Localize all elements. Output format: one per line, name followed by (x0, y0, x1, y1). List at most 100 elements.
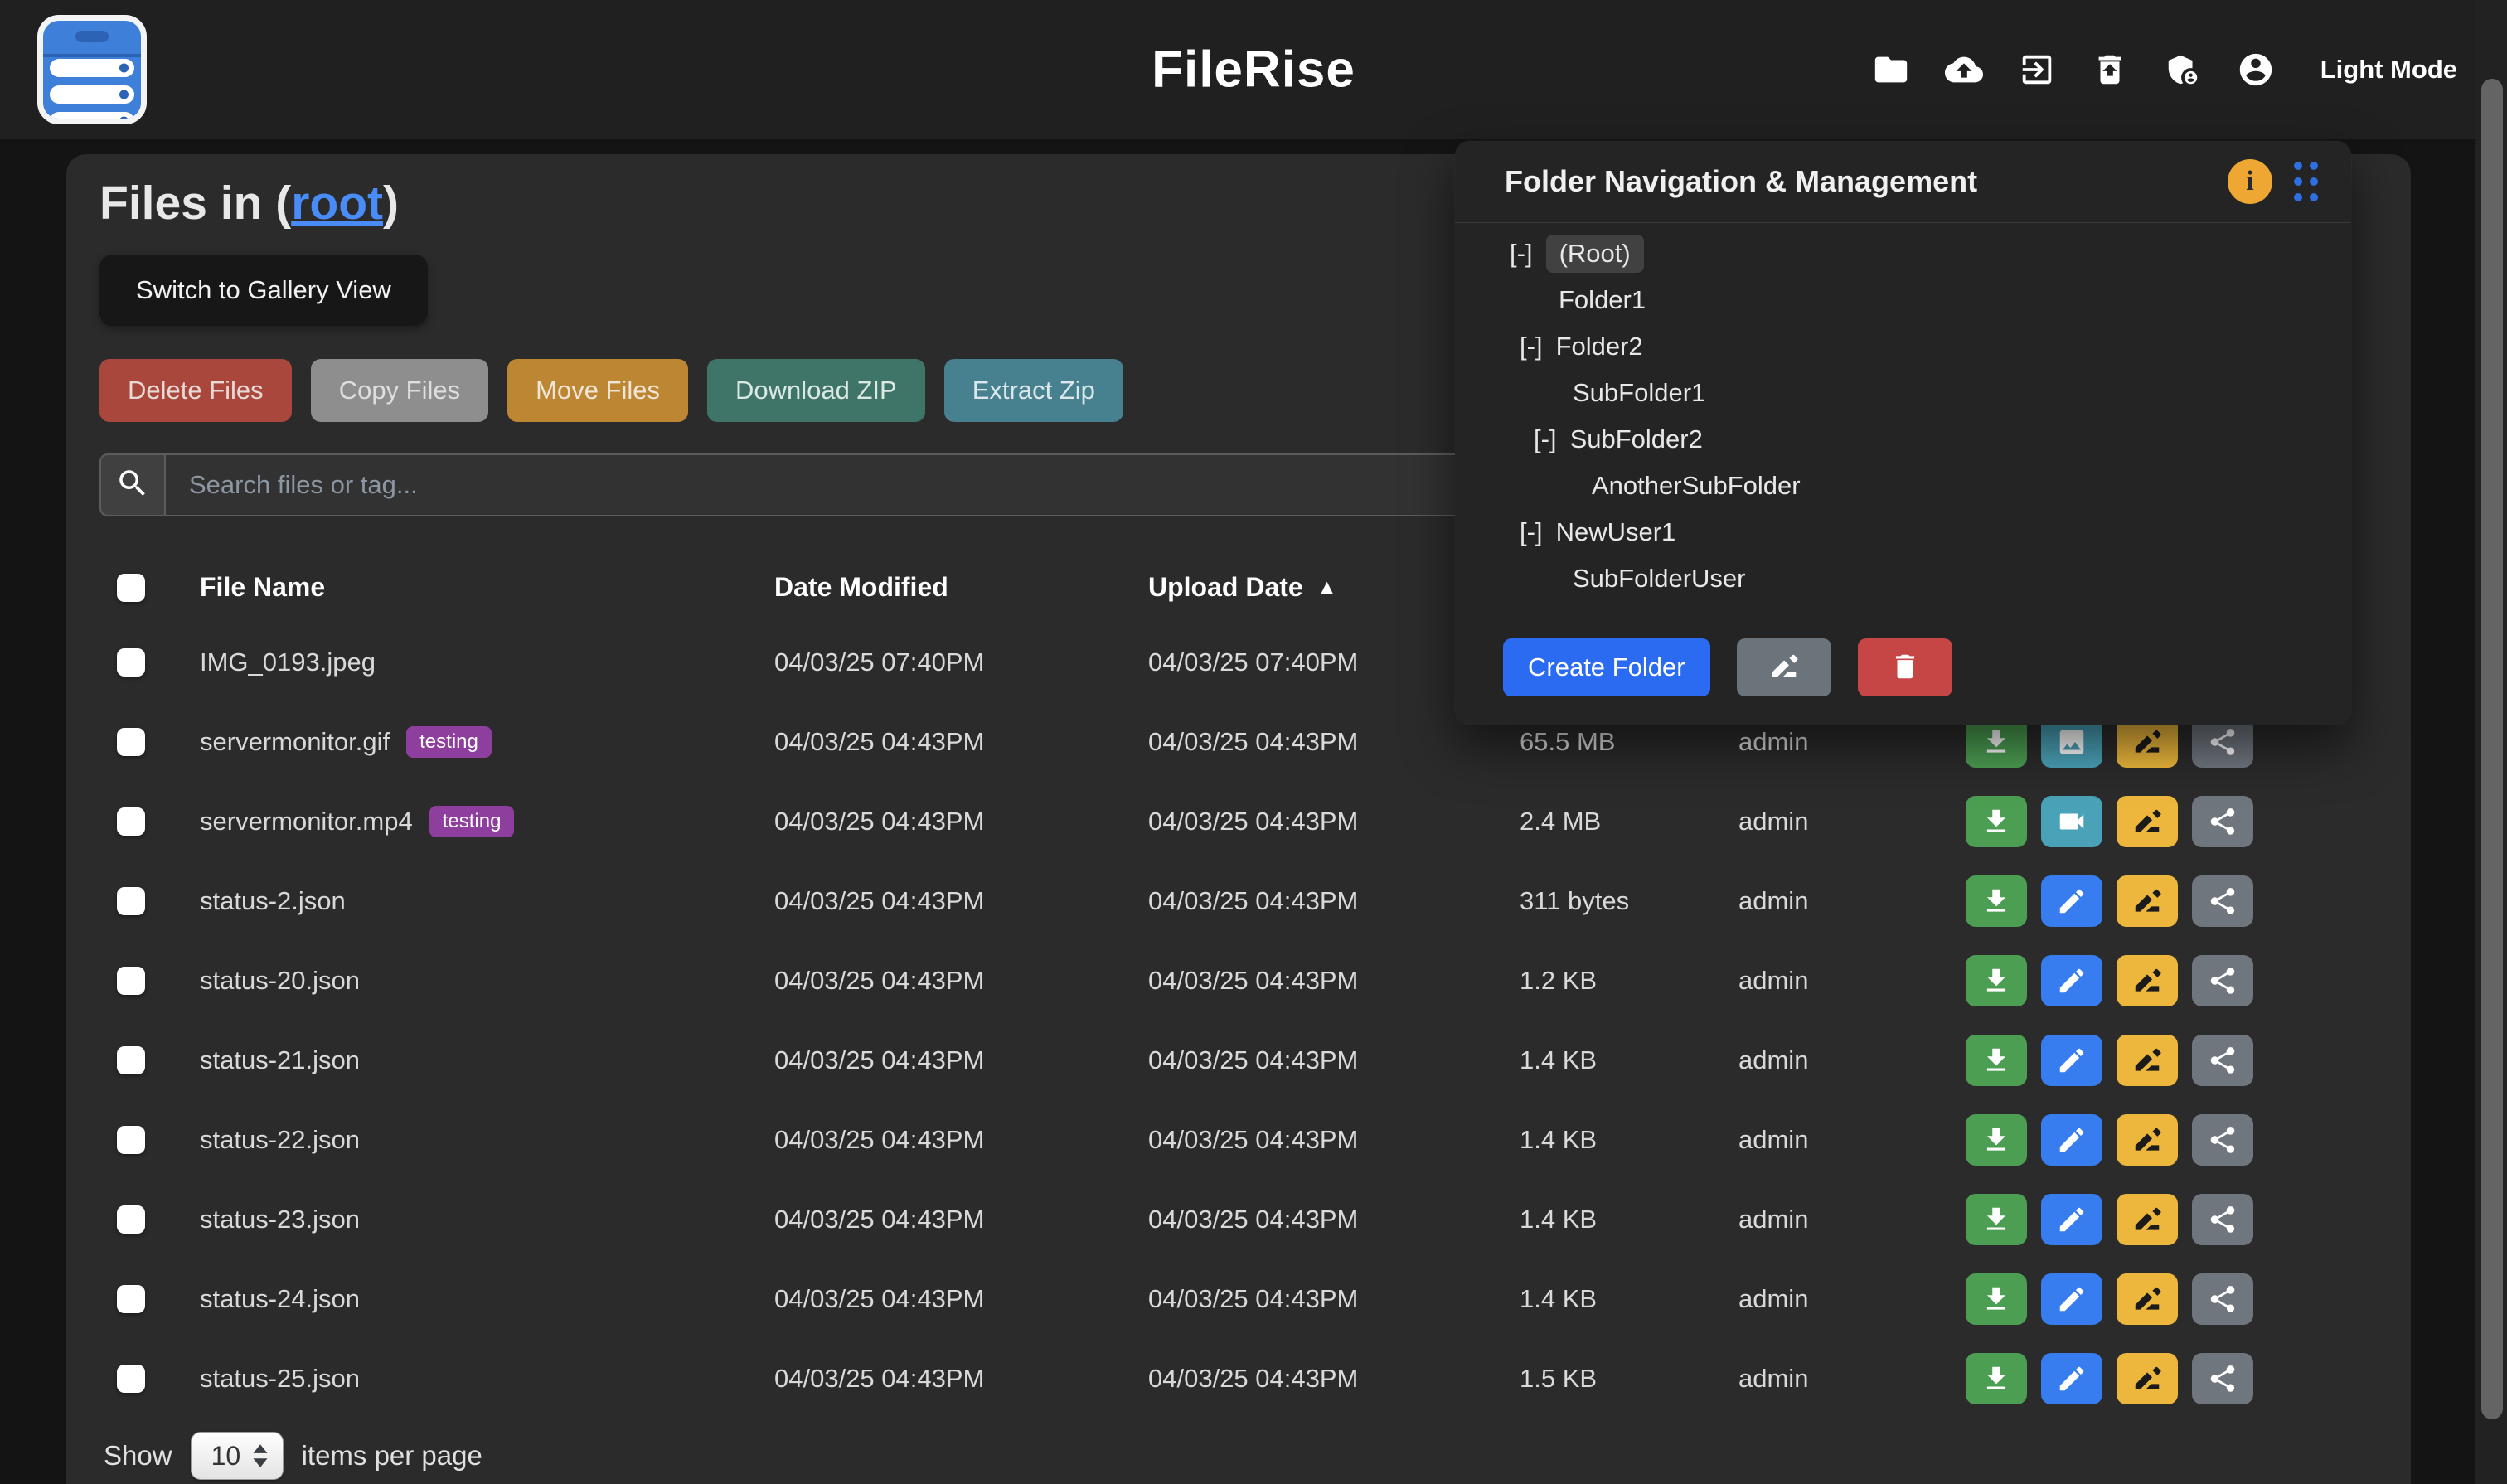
switch-gallery-view-button[interactable]: Switch to Gallery View (99, 255, 428, 326)
file-name[interactable]: status-20.json (200, 966, 360, 996)
rename-tag-button[interactable] (2117, 1353, 2178, 1404)
folder-icon[interactable] (1871, 50, 1911, 90)
light-mode-toggle[interactable]: Light Mode (2320, 55, 2457, 85)
collapse-expander[interactable]: [-] (1520, 332, 1543, 361)
download-button[interactable] (1966, 875, 2027, 927)
rename-tag-button[interactable] (2117, 1194, 2178, 1245)
share-button[interactable] (2192, 796, 2253, 847)
page-size-select[interactable]: 10 (191, 1432, 284, 1480)
file-name[interactable]: servermonitor.mp4 (200, 807, 413, 837)
filerise-logo[interactable] (37, 15, 147, 124)
share-button[interactable] (2192, 875, 2253, 927)
row-checkbox[interactable] (117, 1285, 145, 1313)
folder-tree-item-anothersubfolder[interactable]: AnotherSubFolder (1455, 463, 2351, 509)
file-name[interactable]: status-21.json (200, 1045, 360, 1075)
root-folder-link[interactable]: root (291, 177, 383, 230)
select-all-checkbox[interactable] (117, 574, 145, 602)
file-name[interactable]: status-2.json (200, 886, 346, 916)
folder-label[interactable]: SubFolder1 (1573, 378, 1705, 408)
download-button[interactable] (1966, 1273, 2027, 1325)
download-button[interactable] (1966, 1353, 2027, 1404)
account-icon[interactable] (2236, 50, 2276, 90)
folder-label[interactable]: Folder2 (1556, 332, 1643, 361)
folder-tree-item-subfolder1[interactable]: SubFolder1 (1455, 370, 2351, 416)
row-checkbox[interactable] (117, 807, 145, 836)
rename-tag-button[interactable] (2117, 1035, 2178, 1086)
rename-folder-button[interactable] (1737, 638, 1831, 696)
folder-tree-item-root[interactable]: [-] (Root) (1455, 230, 2351, 277)
folder-label[interactable]: Folder1 (1559, 285, 1646, 315)
edit-file-button[interactable] (2041, 1114, 2102, 1166)
file-name[interactable]: IMG_0193.jpeg (200, 647, 376, 677)
delete-files-button[interactable]: Delete Files (99, 359, 292, 422)
edit-file-button[interactable] (2041, 875, 2102, 927)
cloud-upload-icon[interactable] (1944, 50, 1984, 90)
download-button[interactable] (1966, 955, 2027, 1006)
row-checkbox[interactable] (117, 1046, 145, 1074)
scrollbar-thumb[interactable] (2481, 79, 2503, 1419)
file-name[interactable]: servermonitor.gif (200, 727, 390, 757)
row-checkbox[interactable] (117, 1365, 145, 1393)
folder-label[interactable]: SubFolder2 (1570, 424, 1703, 454)
download-button[interactable] (1966, 1194, 2027, 1245)
restore-trash-icon[interactable] (2090, 50, 2130, 90)
admin-shield-icon[interactable] (2163, 50, 2203, 90)
extract-zip-button[interactable]: Extract Zip (944, 359, 1123, 422)
folder-label[interactable]: AnotherSubFolder (1592, 471, 1801, 501)
row-checkbox[interactable] (117, 1126, 145, 1154)
edit-file-button[interactable] (2041, 1273, 2102, 1325)
folder-tree-item-subfolder2[interactable]: [-] SubFolder2 (1455, 416, 2351, 463)
folder-label[interactable]: (Root) (1546, 235, 1644, 273)
collapse-expander[interactable]: [-] (1510, 239, 1533, 269)
edit-file-button[interactable] (2041, 1035, 2102, 1086)
move-files-button[interactable]: Move Files (507, 359, 688, 422)
scrollbar-track[interactable] (2475, 0, 2507, 1484)
folder-label[interactable]: SubFolderUser (1573, 564, 1745, 594)
rename-tag-button[interactable] (2117, 1273, 2178, 1325)
delete-folder-button[interactable] (1858, 638, 1952, 696)
folder-label[interactable]: NewUser1 (1556, 517, 1676, 547)
file-name[interactable]: status-23.json (200, 1205, 360, 1234)
folder-tree-item-newuser1[interactable]: [-] NewUser1 (1455, 509, 2351, 555)
share-button[interactable] (2192, 1353, 2253, 1404)
rename-tag-button[interactable] (2117, 796, 2178, 847)
edit-file-button[interactable] (2041, 1194, 2102, 1245)
collapse-expander[interactable]: [-] (1534, 424, 1557, 454)
search-button[interactable] (99, 453, 166, 516)
rename-tag-button[interactable] (2117, 1114, 2178, 1166)
edit-file-button[interactable] (2041, 1353, 2102, 1404)
share-button[interactable] (2192, 1273, 2253, 1325)
folder-tree-item-folder1[interactable]: Folder1 (1455, 277, 2351, 323)
row-checkbox[interactable] (117, 1205, 145, 1234)
search-input[interactable] (166, 453, 1476, 516)
create-folder-button[interactable]: Create Folder (1503, 638, 1710, 696)
download-button[interactable] (1966, 796, 2027, 847)
download-button[interactable] (1966, 1035, 2027, 1086)
edit-file-button[interactable] (2041, 955, 2102, 1006)
copy-files-button[interactable]: Copy Files (311, 359, 488, 422)
share-button[interactable] (2192, 955, 2253, 1006)
row-checkbox[interactable] (117, 967, 145, 995)
row-checkbox[interactable] (117, 887, 145, 915)
row-checkbox[interactable] (117, 648, 145, 677)
column-header-file-name[interactable]: File Name (200, 572, 774, 603)
row-checkbox[interactable] (117, 728, 145, 756)
share-button[interactable] (2192, 1194, 2253, 1245)
column-header-date-modified[interactable]: Date Modified (774, 572, 1148, 603)
exit-icon[interactable] (2017, 50, 2057, 90)
drag-handle-icon[interactable] (2294, 162, 2318, 201)
rename-tag-button[interactable] (2117, 955, 2178, 1006)
download-button[interactable] (1966, 1114, 2027, 1166)
share-button[interactable] (2192, 1114, 2253, 1166)
folder-tree-item-subfolderuser[interactable]: SubFolderUser (1455, 555, 2351, 602)
file-name[interactable]: status-25.json (200, 1364, 360, 1394)
info-icon[interactable]: i (2228, 159, 2272, 204)
download-zip-button[interactable]: Download ZIP (707, 359, 925, 422)
file-name[interactable]: status-22.json (200, 1125, 360, 1155)
folder-tree-item-folder2[interactable]: [-] Folder2 (1455, 323, 2351, 370)
collapse-expander[interactable]: [-] (1520, 517, 1543, 547)
share-button[interactable] (2192, 1035, 2253, 1086)
preview-video-button[interactable] (2041, 796, 2102, 847)
rename-tag-button[interactable] (2117, 875, 2178, 927)
file-name[interactable]: status-24.json (200, 1284, 360, 1314)
